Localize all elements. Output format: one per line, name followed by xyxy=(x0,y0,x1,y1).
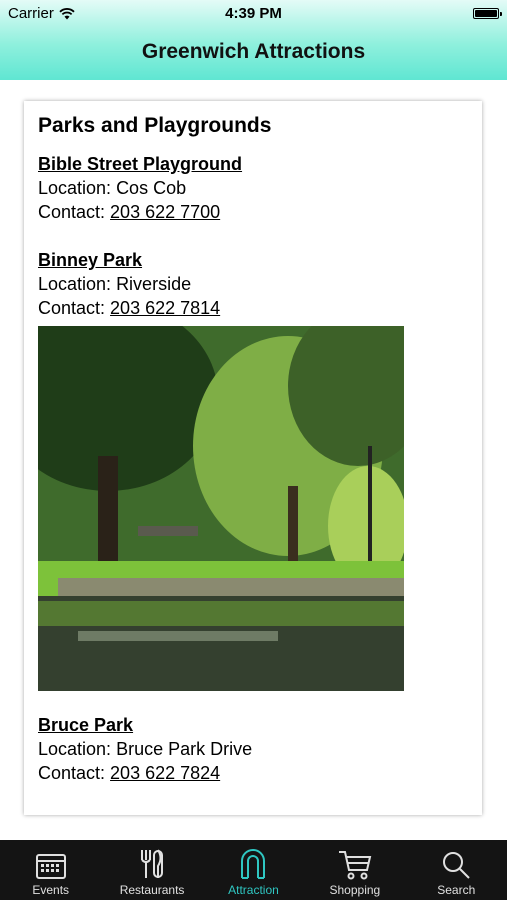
park-photo xyxy=(38,326,404,691)
calendar-icon xyxy=(35,854,66,879)
tab-label: Events xyxy=(32,883,70,897)
phone-link[interactable]: 203 622 7814 xyxy=(110,298,220,318)
tab-search[interactable]: Search xyxy=(406,840,506,900)
battery-icon xyxy=(473,8,502,19)
magnet-icon xyxy=(241,849,266,879)
location-value: Bruce Park Drive xyxy=(116,739,253,759)
place-name-link[interactable]: Bruce Park xyxy=(38,713,468,737)
place-name-link[interactable]: Binney Park xyxy=(38,248,468,272)
phone-link[interactable]: 203 622 7700 xyxy=(110,202,220,222)
list-item: Bible Street Playground Location: Cos Co… xyxy=(38,152,468,224)
contact-line: Contact: 203 622 7700 xyxy=(38,202,221,222)
section-heading: Parks and Playgrounds xyxy=(38,114,272,137)
place-name-link[interactable]: Bible Street Playground xyxy=(38,152,468,176)
search-icon xyxy=(443,852,470,879)
tab-label: Search xyxy=(437,883,476,897)
tab-label: Shopping xyxy=(329,883,381,897)
contact-line: Contact: 203 622 7814 xyxy=(38,298,221,318)
page-title: Greenwich Attractions xyxy=(141,40,366,63)
tab-label: Restaurants xyxy=(119,883,185,897)
navigation-header: Carrier 4:39 PM Greenwich Attractions xyxy=(0,0,507,80)
phone-link[interactable]: 203 622 7824 xyxy=(110,763,220,783)
tab-label: Attraction xyxy=(228,883,279,897)
cart-icon xyxy=(338,851,372,880)
list-item: Binney Park Location: Riverside Contact:… xyxy=(38,248,468,320)
location-line: Location: Riverside xyxy=(38,274,192,294)
clock: 4:39 PM xyxy=(225,5,282,22)
tab-restaurants[interactable]: Restaurants xyxy=(102,840,202,900)
status-bar: Carrier 4:39 PM xyxy=(0,0,507,28)
tab-attraction[interactable]: Attraction xyxy=(203,840,303,900)
location-value: Cos Cob xyxy=(116,178,187,198)
content-area[interactable]: Parks and Playgrounds Bible Street Playg… xyxy=(0,80,507,840)
contact-line: Contact: 203 622 7824 xyxy=(38,763,221,783)
parks-card: Parks and Playgrounds Bible Street Playg… xyxy=(24,101,482,815)
location-value: Riverside xyxy=(116,274,192,294)
location-line: Location: Bruce Park Drive xyxy=(38,739,253,759)
tab-events[interactable]: Events xyxy=(1,840,101,900)
tab-shopping[interactable]: Shopping xyxy=(305,840,405,900)
location-line: Location: Cos Cob xyxy=(38,178,187,198)
tab-bar: Events Restaurants Attraction Shopping S… xyxy=(0,840,507,900)
fork-knife-icon xyxy=(141,849,164,878)
list-item: Bruce Park Location: Bruce Park Drive Co… xyxy=(38,713,468,785)
